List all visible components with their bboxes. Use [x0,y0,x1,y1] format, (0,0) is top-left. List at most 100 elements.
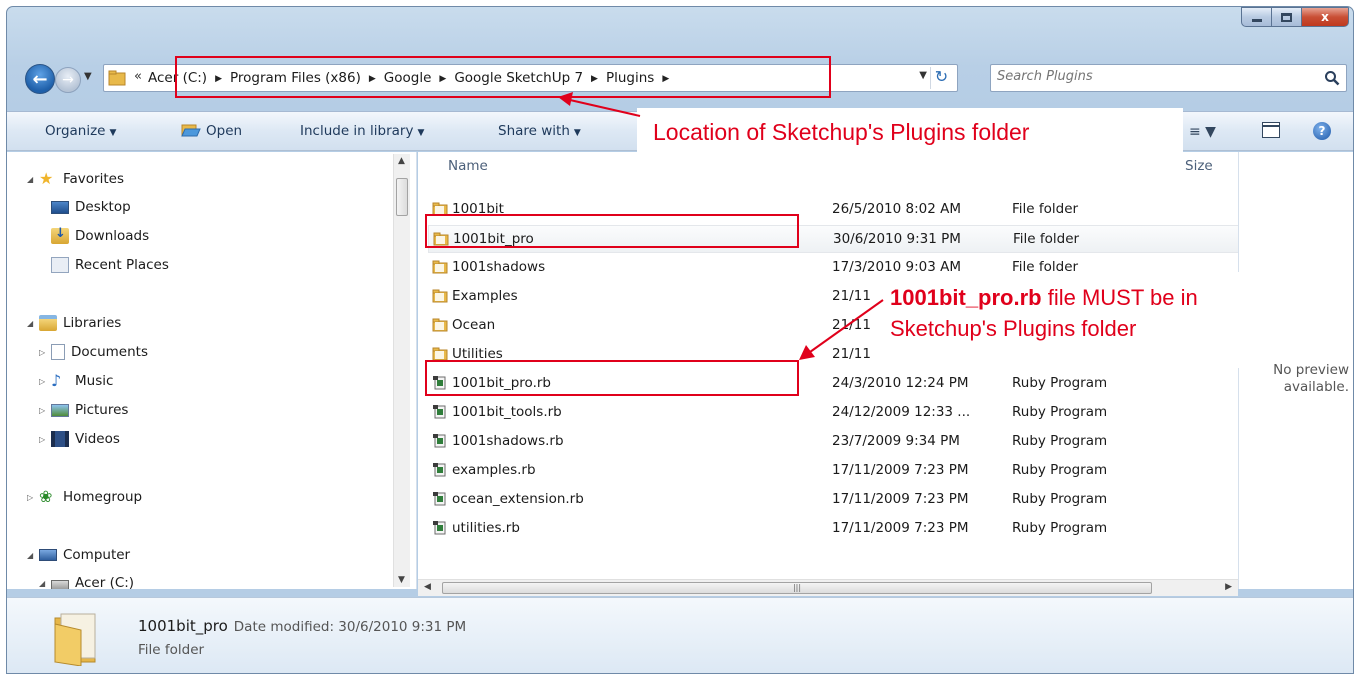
nav-music[interactable]: ▷ ♪ Music [39,370,113,392]
folder-icon [432,289,448,303]
nav-computer[interactable]: ◢ Computer [27,544,130,566]
recent-places-icon [51,257,69,273]
file-type: Ruby Program [1012,491,1108,507]
file-row[interactable]: examples.rb 17/11/2009 7:23 PM Ruby Progra… [428,457,1238,485]
nav-pictures[interactable]: ▷ Pictures [39,399,128,421]
scroll-right-icon[interactable]: ▶ [1225,582,1232,592]
music-icon: ♪ [51,371,62,390]
desktop-icon [51,200,69,214]
change-view-icon[interactable]: ≡ ▼ [1189,124,1216,140]
nav-recent-places-label: Recent Places [75,257,169,273]
nav-libraries-label: Libraries [63,315,122,331]
callout-line-1-text: file MUST be in [1041,285,1198,310]
file-type: Ruby Program [1012,375,1108,391]
forward-button[interactable]: → [55,67,81,93]
details-date-modified: Date modified: 30/6/2010 9:31 PM [233,619,467,635]
ruby-file-icon [433,492,446,506]
nav-drive-c-label: Acer (C:) [75,575,135,589]
star-icon: ★ [39,169,54,188]
help-icon[interactable]: ? [1313,122,1331,140]
callout-filename: 1001bit_pro.rb [890,285,1042,310]
scroll-left-icon[interactable]: ◀ [424,582,431,592]
overflow-chevron[interactable]: « [134,69,142,84]
nav-drive-c[interactable]: ◢ Acer (C:) [39,572,134,589]
search-box[interactable] [990,64,1347,92]
nav-downloads-label: Downloads [75,228,150,244]
file-date-modified: 17/11/2009 7:23 PM [832,491,969,507]
scroll-up-icon[interactable]: ▲ [398,156,405,166]
nav-vertical-scrollbar[interactable]: ▲ ▼ [393,154,410,587]
address-dropdown-icon[interactable]: ▼ [919,70,927,81]
documents-icon [51,344,65,360]
nav-homegroup[interactable]: ▷ ❀ Homegroup [27,486,142,508]
expand-triangle-icon[interactable]: ▷ [39,377,51,386]
nav-videos[interactable]: ▷ Videos [39,428,120,450]
nav-documents-label: Documents [71,344,148,360]
file-date-modified: 21/11 [832,317,871,333]
refresh-icon[interactable]: ↻ [930,67,952,89]
nav-downloads[interactable]: Downloads [51,225,149,247]
column-header-name[interactable]: Name [448,158,488,174]
callout-plugins-location: Location of Sketchup's Plugins folder [637,108,1183,156]
search-input[interactable] [997,69,1297,84]
expand-triangle-icon[interactable]: ▷ [39,406,51,415]
nav-videos-label: Videos [75,431,120,447]
scroll-down-icon[interactable]: ▼ [398,575,405,585]
file-name: 1001shadows.rb [452,433,564,449]
file-row[interactable]: 1001bit_tools.rb 24/12/2009 12:33 ... Ruby… [428,399,1238,427]
expand-triangle-icon[interactable]: ▷ [39,348,51,357]
file-date-modified: 30/6/2010 9:31 PM [833,231,961,247]
file-type: File folder [1013,231,1080,247]
nav-recent-places[interactable]: Recent Places [51,254,169,276]
folder-highlight-box [425,214,799,248]
nav-computer-label: Computer [63,547,131,563]
folder-icon [108,70,126,86]
collapse-triangle-icon[interactable]: ◢ [27,319,39,328]
organize-button[interactable]: Organize ▼ [45,123,116,139]
file-row[interactable]: 1001shadows.rb 23/7/2009 9:34 PM Ruby Prog… [428,428,1238,456]
file-type: Ruby Program [1012,520,1108,536]
details-pane: 1001bit_pro Date modified: 30/6/2010 9:31… [7,597,1353,673]
open-button[interactable]: Open [181,123,242,139]
file-name: 1001bit_tools.rb [452,404,562,420]
include-in-library-button[interactable]: Include in library ▼ [300,123,424,139]
search-icon[interactable] [1324,70,1340,86]
nav-favorites-label: Favorites [63,171,124,187]
nav-homegroup-label: Homegroup [63,489,143,505]
computer-icon [39,549,57,561]
nav-libraries[interactable]: ◢ Libraries [27,312,121,334]
recent-pages-dropdown[interactable]: ▼ [84,71,92,82]
folder-icon [54,613,96,666]
scroll-thumb[interactable]: ||| [442,582,1152,594]
share-with-button[interactable]: Share with ▼ [498,123,581,139]
nav-documents[interactable]: ▷ Documents [39,341,148,363]
nav-favorites[interactable]: ◢ ★ Favorites [27,168,124,190]
file-row[interactable]: utilities.rb 17/11/2009 7:23 PM Ruby Progr… [428,515,1238,543]
expand-triangle-icon[interactable]: ▷ [27,493,39,502]
scroll-thumb[interactable] [396,178,408,216]
file-type: Ruby Program [1012,462,1108,478]
file-date-modified: 17/11/2009 7:23 PM [832,462,969,478]
column-header-size[interactable]: Size [1185,158,1213,174]
collapse-triangle-icon[interactable]: ◢ [27,175,39,184]
collapse-triangle-icon[interactable]: ◢ [39,579,51,588]
expand-triangle-icon[interactable]: ▷ [39,435,51,444]
back-button[interactable]: ← [25,64,55,94]
ruby-file-icon [433,434,446,448]
file-highlight-box [425,360,799,396]
back-arrow-icon: ← [32,68,48,90]
file-date-modified: 21/11 [832,288,871,304]
maximize-button[interactable] [1271,7,1301,27]
nav-desktop[interactable]: Desktop [51,196,131,218]
open-folder-icon [181,124,201,137]
close-button[interactable]: x [1301,7,1349,27]
hard-drive-icon [51,580,69,589]
navigation-pane: ◢★Favorites Desktop Downloads Recent Pla… [7,152,417,589]
file-horizontal-scrollbar[interactable]: ◀ ||| ▶ [418,579,1238,596]
preview-pane-icon[interactable] [1262,122,1280,138]
downloads-icon [51,226,69,244]
file-row[interactable]: ocean_extension.rb 17/11/2009 7:23 PM Ruby… [428,486,1238,514]
minimize-button[interactable] [1241,7,1271,27]
videos-icon [51,431,69,447]
collapse-triangle-icon[interactable]: ◢ [27,551,39,560]
